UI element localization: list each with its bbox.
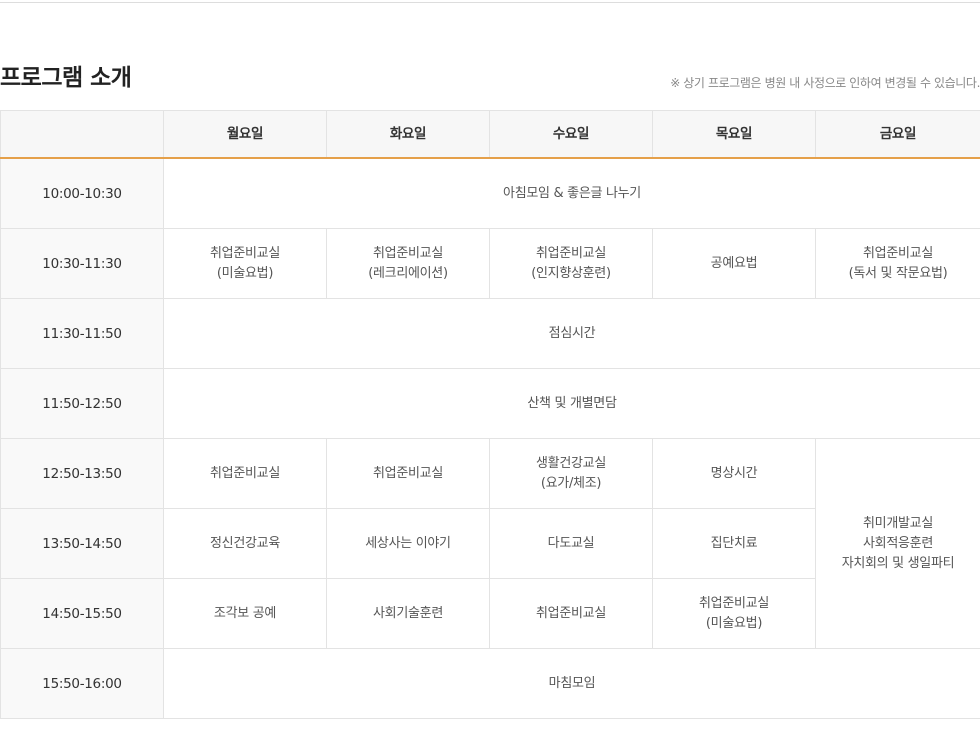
cell-line: (요가/체조) (540, 475, 602, 491)
cell-line: (미술요법) (705, 615, 763, 631)
cell-line: 자치회의 및 생일파티 (841, 555, 955, 571)
cell-line: 취업준비교실 (210, 245, 280, 261)
cell-line: (레크리에이션) (368, 265, 448, 281)
monday-cell: 취업준비교실 (163, 438, 327, 509)
morning-meeting-cell: 아침모임 & 좋은글 나누기 (163, 157, 980, 229)
cell-line: (미술요법) (216, 265, 274, 281)
time-cell: 15:50-16:00 (0, 648, 164, 719)
table-row: 11:50-12:50 산책 및 개별면담 (0, 368, 980, 439)
header-thursday: 목요일 (652, 110, 816, 159)
cell-line: 취업준비교실 (536, 245, 606, 261)
time-cell: 14:50-15:50 (0, 578, 164, 649)
top-divider (0, 2, 980, 3)
header-time (0, 110, 164, 159)
header-row: 월요일 화요일 수요일 목요일 금요일 (0, 110, 980, 159)
program-schedule-table: 월요일 화요일 수요일 목요일 금요일 10:00-10:30 아침모임 & 좋… (0, 110, 980, 719)
cell-line: 취업준비교실 (699, 595, 769, 611)
time-cell: 10:30-11:30 (0, 228, 164, 299)
schedule-change-notice: ※ 상기 프로그램은 병원 내 사정으로 인하여 변경될 수 있습니다. (670, 76, 980, 90)
closing-meeting-cell: 마침모임 (163, 648, 980, 719)
tuesday-cell: 세상사는 이야기 (326, 508, 490, 579)
cell-line: 사회적응훈련 (863, 535, 933, 551)
header-wednesday: 수요일 (489, 110, 653, 159)
time-cell: 10:00-10:30 (0, 157, 164, 229)
table-row: 11:30-11:50 점심시간 (0, 298, 980, 369)
cell-line: (인지향상훈련) (531, 265, 611, 281)
cell-line: 생활건강교실 (536, 455, 606, 471)
time-cell: 12:50-13:50 (0, 438, 164, 509)
wednesday-cell: 다도교실 (489, 508, 653, 579)
table-row: 10:00-10:30 아침모임 & 좋은글 나누기 (0, 157, 980, 229)
thursday-cell: 집단치료 (652, 508, 816, 579)
tuesday-cell: 취업준비교실 (레크리에이션) (326, 228, 490, 299)
table-row: 15:50-16:00 마침모임 (0, 648, 980, 719)
lunch-cell: 점심시간 (163, 298, 980, 369)
monday-cell: 조각보 공예 (163, 578, 327, 649)
wednesday-cell: 취업준비교실 (인지향상훈련) (489, 228, 653, 299)
cell-line: 취업준비교실 (373, 245, 443, 261)
wednesday-cell: 생활건강교실 (요가/체조) (489, 438, 653, 509)
wednesday-cell: 취업준비교실 (489, 578, 653, 649)
table-row: 12:50-13:50 취업준비교실 취업준비교실 생활건강교실 (요가/체조)… (0, 438, 980, 649)
friday-cell: 취업준비교실 (독서 및 작문요법) (815, 228, 980, 299)
thursday-cell: 명상시간 (652, 438, 816, 509)
monday-cell: 취업준비교실 (미술요법) (163, 228, 327, 299)
friday-afternoon-cell: 취미개발교실 사회적응훈련 자치회의 및 생일파티 (815, 438, 980, 649)
table-row: 10:30-11:30 취업준비교실 (미술요법) 취업준비교실 (레크리에이션… (0, 228, 980, 299)
header-monday: 월요일 (163, 110, 327, 159)
cell-line: (독서 및 작문요법) (848, 265, 948, 281)
tuesday-cell: 취업준비교실 (326, 438, 490, 509)
time-cell: 11:30-11:50 (0, 298, 164, 369)
thursday-cell: 취업준비교실 (미술요법) (652, 578, 816, 649)
tuesday-cell: 사회기술훈련 (326, 578, 490, 649)
walk-interview-cell: 산책 및 개별면담 (163, 368, 980, 439)
header-friday: 금요일 (815, 110, 980, 159)
monday-cell: 정신건강교육 (163, 508, 327, 579)
time-cell: 11:50-12:50 (0, 368, 164, 439)
header-tuesday: 화요일 (326, 110, 490, 159)
page: 프로그램 소개 ※ 상기 프로그램은 병원 내 사정으로 인하여 변경될 수 있… (0, 0, 980, 741)
section-title: 프로그램 소개 (0, 65, 132, 91)
time-cell: 13:50-14:50 (0, 508, 164, 579)
thursday-cell: 공예요법 (652, 228, 816, 299)
cell-line: 취미개발교실 (863, 515, 933, 531)
cell-line: 취업준비교실 (863, 245, 933, 261)
